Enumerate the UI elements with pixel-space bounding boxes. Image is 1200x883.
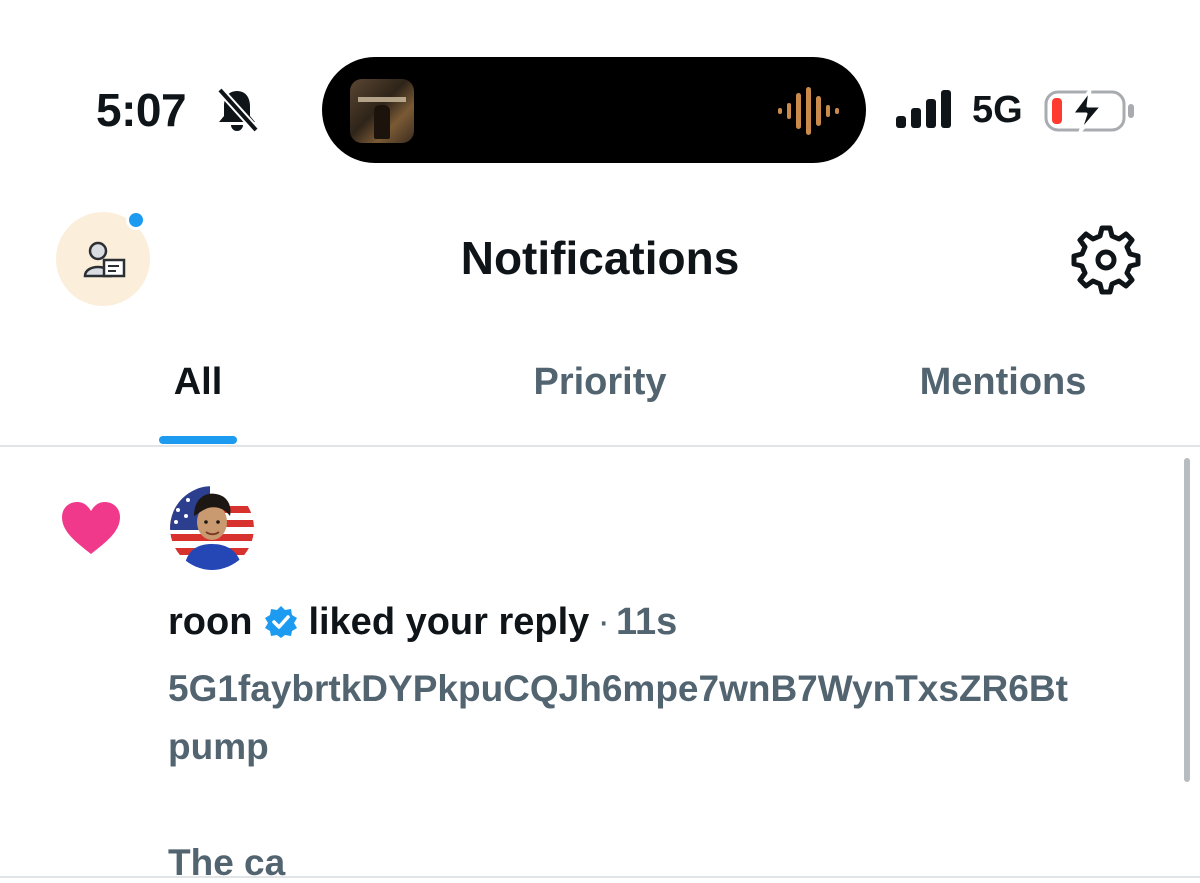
gear-icon[interactable] [1070, 224, 1142, 296]
waveform-icon [778, 87, 839, 135]
bell-slash-icon [217, 87, 259, 133]
notification-time: 11s [615, 601, 678, 643]
actor-name[interactable]: roon [168, 596, 252, 648]
tab-bar: All Priority Mentions [0, 340, 1200, 446]
status-time: 5:07 [96, 84, 187, 136]
separator-dot: · [597, 601, 610, 643]
notifications-screen: 5:07 5G Notifications All Priority Menti… [0, 0, 1200, 883]
tab-all[interactable]: All [120, 340, 276, 446]
signal-bars-icon [896, 90, 951, 128]
battery-charging-icon [1044, 88, 1134, 134]
divider [0, 876, 1200, 878]
reply-text-line: 5G1faybrtkDYPkpuCQJh6mpe7wnB7WynTxsZR6Bt [168, 668, 1068, 709]
unread-indicator [126, 210, 146, 230]
notification-action: liked your reply [308, 601, 590, 643]
scrollbar[interactable] [1184, 458, 1190, 782]
page-title: Notifications [460, 232, 740, 284]
dynamic-island[interactable] [322, 57, 866, 163]
tab-mentions[interactable]: Mentions [880, 340, 1126, 446]
divider [0, 445, 1200, 447]
reply-text-line: pump [168, 726, 269, 767]
heart-icon [62, 502, 120, 554]
reply-preview[interactable]: 5G1faybrtkDYPkpuCQJh6mpe7wnB7WynTxsZR6Bt… [168, 660, 1178, 883]
active-tab-indicator [159, 436, 237, 444]
network-label: 5G [972, 89, 1023, 131]
notification-headline: roon liked your reply · 11s [168, 596, 677, 648]
verified-badge-icon [265, 606, 298, 638]
tab-priority[interactable]: Priority [450, 340, 750, 446]
actor-avatar[interactable] [170, 486, 254, 570]
album-art[interactable] [350, 79, 414, 143]
